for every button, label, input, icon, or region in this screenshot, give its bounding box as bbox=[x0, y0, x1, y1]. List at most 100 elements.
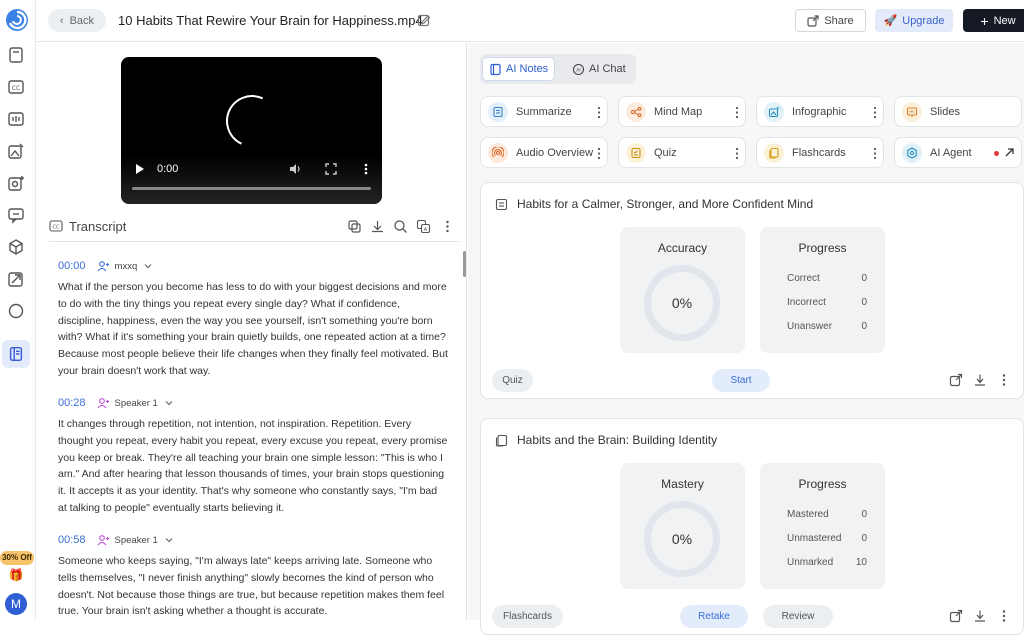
review-button[interactable]: Review bbox=[763, 605, 833, 628]
tool-summarize[interactable]: Summarize bbox=[480, 96, 608, 127]
more-vertical-icon[interactable] bbox=[597, 106, 601, 119]
tool-ai-agent[interactable]: AI Agent bbox=[894, 137, 1022, 168]
more-vertical-icon[interactable] bbox=[873, 147, 877, 160]
more-vertical-icon[interactable] bbox=[873, 106, 877, 119]
new-button[interactable]: + New bbox=[963, 9, 1024, 32]
download-icon[interactable] bbox=[973, 373, 987, 387]
svg-text:AI: AI bbox=[576, 67, 580, 73]
flashcards-icon bbox=[495, 434, 508, 447]
chevron-down-icon[interactable] bbox=[143, 261, 153, 271]
more-vertical-icon[interactable] bbox=[440, 219, 455, 234]
arrow-up-right-icon[interactable] bbox=[1004, 147, 1015, 158]
notes-icon[interactable] bbox=[2, 340, 30, 368]
fullscreen-icon[interactable] bbox=[324, 162, 338, 176]
segment-timestamp[interactable]: 00:00 bbox=[58, 260, 86, 272]
more-vertical-icon[interactable] bbox=[597, 147, 601, 160]
message-icon[interactable] bbox=[6, 205, 26, 225]
tool-label: AI Agent bbox=[930, 147, 972, 159]
copy-icon[interactable] bbox=[347, 219, 362, 234]
speaker-name[interactable]: Speaker 1 bbox=[115, 398, 158, 409]
segment-timestamp[interactable]: 00:58 bbox=[58, 534, 86, 546]
video-time: 0:00 bbox=[157, 163, 179, 175]
more-vertical-icon[interactable] bbox=[735, 106, 739, 119]
tool-slides[interactable]: Slides bbox=[894, 96, 1022, 127]
left-rail: CC 30% Off 🎁 M bbox=[0, 0, 36, 620]
quiz-card: Habits for a Calmer, Stronger, and More … bbox=[480, 182, 1024, 399]
flashcards-tag[interactable]: Flashcards bbox=[492, 605, 563, 628]
app-logo-icon[interactable] bbox=[4, 7, 30, 33]
accuracy-ring: 0% bbox=[644, 265, 720, 341]
play-icon[interactable] bbox=[135, 163, 145, 175]
notes-icon bbox=[490, 63, 501, 75]
upgrade-button[interactable]: 🚀 Upgrade bbox=[875, 9, 953, 32]
tab-ai-notes[interactable]: AI Notes bbox=[483, 58, 555, 80]
video-player[interactable]: 0:00 bbox=[121, 57, 382, 204]
translate-icon[interactable]: A bbox=[416, 219, 431, 234]
segment-timestamp[interactable]: 00:28 bbox=[58, 397, 86, 409]
speaker-icon bbox=[97, 534, 109, 545]
tab-ai-chat[interactable]: AI AI Chat bbox=[566, 58, 632, 80]
share-icon[interactable] bbox=[949, 373, 963, 387]
promo-badge[interactable]: 30% Off bbox=[0, 551, 34, 565]
speaker-name[interactable]: Speaker 1 bbox=[115, 535, 158, 546]
scrollbar-thumb[interactable] bbox=[463, 251, 466, 277]
progress-row: Unmastered 0 bbox=[787, 533, 867, 544]
tool-flashcards[interactable]: Flashcards bbox=[756, 137, 884, 168]
search-icon[interactable] bbox=[393, 219, 408, 234]
card-footer: Quiz Start bbox=[481, 369, 1023, 393]
feather-icon[interactable] bbox=[6, 269, 26, 289]
left-pane: 0:00 CC Transcript A 00:00 mxxq What if … bbox=[36, 43, 467, 620]
tool-label: Summarize bbox=[516, 106, 572, 118]
cube-icon[interactable] bbox=[6, 237, 26, 257]
dashboard-icon[interactable] bbox=[6, 109, 26, 129]
flashcards-card: Habits and the Brain: Building Identity … bbox=[480, 418, 1024, 635]
chevron-down-icon[interactable] bbox=[164, 535, 174, 545]
transcript-label: Transcript bbox=[69, 219, 127, 234]
video-progress-bar[interactable] bbox=[132, 187, 371, 190]
more-vertical-icon[interactable] bbox=[735, 147, 739, 160]
notebook-icon[interactable] bbox=[6, 45, 26, 65]
image-edit-icon[interactable] bbox=[6, 141, 26, 161]
progress-panel: Progress Correct 0 Incorrect 0 Unanswer 0 bbox=[760, 227, 885, 353]
video-more-icon[interactable] bbox=[361, 162, 371, 176]
progress-row-label: Correct bbox=[787, 273, 820, 284]
share-button[interactable]: Share bbox=[795, 9, 866, 32]
share-icon bbox=[807, 14, 819, 27]
edit-icon[interactable] bbox=[417, 13, 431, 27]
download-icon[interactable] bbox=[370, 219, 385, 234]
share-icon[interactable] bbox=[949, 609, 963, 623]
loading-spinner bbox=[218, 87, 286, 155]
progress-row: Unmarked 10 bbox=[787, 557, 867, 568]
camera-plus-icon[interactable] bbox=[6, 173, 26, 193]
progress-title: Progress bbox=[798, 241, 847, 255]
retake-button[interactable]: Retake bbox=[680, 605, 748, 628]
cc-icon[interactable]: CC bbox=[6, 77, 26, 97]
tool-label: Flashcards bbox=[792, 147, 846, 159]
more-vertical-icon[interactable] bbox=[997, 609, 1011, 623]
chevron-left-icon: ‹ bbox=[59, 14, 64, 27]
back-button[interactable]: ‹ Back bbox=[48, 9, 106, 32]
more-vertical-icon[interactable] bbox=[997, 373, 1011, 387]
circle-icon[interactable] bbox=[6, 301, 26, 321]
quiz-tag[interactable]: Quiz bbox=[492, 369, 533, 392]
right-pane: AI Notes AI AI Chat Summarize Mind Map Inf… bbox=[468, 43, 1024, 635]
mastery-panel: Mastery 0% bbox=[620, 463, 745, 589]
audio-icon bbox=[488, 143, 508, 163]
chevron-down-icon[interactable] bbox=[164, 398, 174, 408]
tool-quiz[interactable]: Quiz bbox=[618, 137, 746, 168]
avatar[interactable]: M bbox=[5, 593, 27, 615]
slides-icon bbox=[902, 102, 922, 122]
tool-audio-overview[interactable]: Audio Overview bbox=[480, 137, 608, 168]
tool-mind-map[interactable]: Mind Map bbox=[618, 96, 746, 127]
volume-icon[interactable] bbox=[288, 162, 302, 176]
segment-text: It changes through repetition, not inten… bbox=[58, 418, 448, 514]
tool-label: Mind Map bbox=[654, 106, 703, 118]
download-icon[interactable] bbox=[973, 609, 987, 623]
mind-map-icon bbox=[626, 102, 646, 122]
speaker-name[interactable]: mxxq bbox=[115, 261, 138, 272]
status-dot bbox=[994, 151, 999, 156]
start-button[interactable]: Start bbox=[712, 369, 770, 392]
gift-icon[interactable]: 🎁 bbox=[7, 568, 25, 582]
tab-label: AI Notes bbox=[506, 63, 549, 75]
tool-infographic[interactable]: Infographic bbox=[756, 96, 884, 127]
